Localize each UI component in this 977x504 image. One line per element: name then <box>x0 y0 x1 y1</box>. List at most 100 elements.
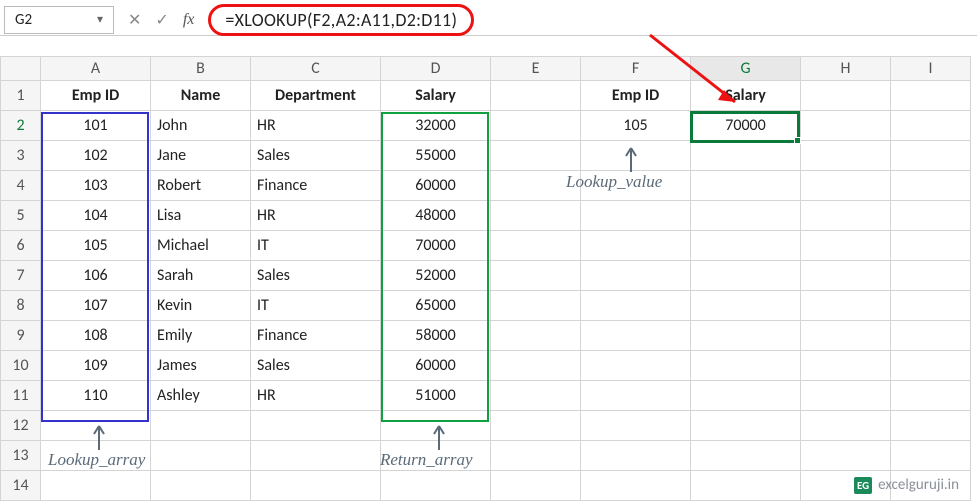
cell[interactable]: 70000 <box>381 231 491 261</box>
cell[interactable] <box>581 411 691 441</box>
cell[interactable] <box>891 411 971 441</box>
cell[interactable] <box>801 141 891 171</box>
cell[interactable] <box>41 411 151 441</box>
cell[interactable] <box>691 381 801 411</box>
cell[interactable] <box>381 411 491 441</box>
cell[interactable] <box>691 261 801 291</box>
cell[interactable]: Jane <box>151 141 251 171</box>
cell[interactable] <box>891 81 971 111</box>
cell[interactable]: 58000 <box>381 321 491 351</box>
cell[interactable]: 102 <box>41 141 151 171</box>
row-header[interactable]: 1 <box>1 81 41 111</box>
cell[interactable]: Sarah <box>151 261 251 291</box>
cell[interactable] <box>891 261 971 291</box>
cell[interactable] <box>581 351 691 381</box>
cell[interactable]: 101 <box>41 111 151 141</box>
cell[interactable] <box>891 171 971 201</box>
col-header[interactable]: B <box>151 57 251 81</box>
spreadsheet-grid[interactable]: A B C D E F G H I 1 Emp ID Name Departme… <box>0 56 977 501</box>
col-header[interactable]: C <box>251 57 381 81</box>
cell[interactable] <box>491 81 581 111</box>
cell[interactable] <box>691 441 801 471</box>
cell[interactable] <box>491 411 581 441</box>
cell[interactable] <box>801 81 891 111</box>
cell[interactable]: 108 <box>41 321 151 351</box>
row-header[interactable]: 4 <box>1 171 41 201</box>
cell[interactable] <box>801 441 891 471</box>
cell[interactable] <box>691 471 801 501</box>
cell[interactable]: 60000 <box>381 171 491 201</box>
cancel-icon[interactable]: ✕ <box>128 10 141 30</box>
cell[interactable]: Sales <box>251 351 381 381</box>
cell[interactable] <box>801 291 891 321</box>
cell[interactable] <box>691 321 801 351</box>
cell[interactable]: 103 <box>41 171 151 201</box>
cell[interactable]: 104 <box>41 201 151 231</box>
cell[interactable] <box>491 381 581 411</box>
cell[interactable]: John <box>151 111 251 141</box>
cell[interactable]: IT <box>251 231 381 261</box>
cell[interactable] <box>891 291 971 321</box>
cell[interactable]: 110 <box>41 381 151 411</box>
table-header[interactable]: Salary <box>691 81 801 111</box>
cell[interactable]: 32000 <box>381 111 491 141</box>
cell[interactable]: IT <box>251 291 381 321</box>
cell[interactable]: Sales <box>251 141 381 171</box>
cell[interactable]: Emily <box>151 321 251 351</box>
row-header[interactable]: 7 <box>1 261 41 291</box>
name-box[interactable]: G2 ▾ <box>4 6 114 34</box>
cell[interactable] <box>691 351 801 381</box>
cell[interactable] <box>891 231 971 261</box>
cell[interactable]: 52000 <box>381 261 491 291</box>
cell[interactable] <box>581 171 691 201</box>
cell[interactable] <box>151 471 251 501</box>
cell[interactable]: 107 <box>41 291 151 321</box>
table-header[interactable]: Emp ID <box>581 81 691 111</box>
cell[interactable] <box>251 471 381 501</box>
cell[interactable] <box>801 351 891 381</box>
cell[interactable]: Lisa <box>151 201 251 231</box>
row-header[interactable]: 5 <box>1 201 41 231</box>
cell[interactable]: 105 <box>41 231 151 261</box>
cell[interactable] <box>581 321 691 351</box>
cell[interactable] <box>691 411 801 441</box>
col-header[interactable]: A <box>41 57 151 81</box>
cell[interactable] <box>41 441 151 471</box>
cell[interactable] <box>581 261 691 291</box>
table-header[interactable]: Department <box>251 81 381 111</box>
cell-result[interactable]: 70000 <box>691 111 801 141</box>
row-header[interactable]: 11 <box>1 381 41 411</box>
cell[interactable] <box>801 381 891 411</box>
cell[interactable] <box>581 291 691 321</box>
formula-input[interactable]: =XLOOKUP(F2,A2:A11,D2:D11) <box>208 4 474 36</box>
cell[interactable] <box>801 321 891 351</box>
table-header[interactable]: Salary <box>381 81 491 111</box>
cell[interactable] <box>41 471 151 501</box>
cell[interactable] <box>491 291 581 321</box>
row-header[interactable]: 8 <box>1 291 41 321</box>
cell[interactable] <box>251 441 381 471</box>
cell[interactable] <box>151 441 251 471</box>
cell[interactable]: Finance <box>251 171 381 201</box>
cell[interactable]: 60000 <box>381 351 491 381</box>
col-header[interactable]: D <box>381 57 491 81</box>
cell[interactable] <box>581 441 691 471</box>
cell[interactable] <box>691 141 801 171</box>
cell[interactable] <box>381 471 491 501</box>
cell[interactable]: Ashley <box>151 381 251 411</box>
cell[interactable]: 65000 <box>381 291 491 321</box>
row-header[interactable]: 10 <box>1 351 41 381</box>
col-header[interactable]: H <box>801 57 891 81</box>
cell[interactable] <box>891 141 971 171</box>
cell[interactable] <box>801 261 891 291</box>
row-header[interactable]: 2 <box>1 111 41 141</box>
cell[interactable] <box>491 141 581 171</box>
cell[interactable] <box>691 171 801 201</box>
cell[interactable]: Finance <box>251 321 381 351</box>
cell-lookup-value[interactable]: 105 <box>581 111 691 141</box>
table-header[interactable]: Emp ID <box>41 81 151 111</box>
cell[interactable] <box>801 411 891 441</box>
cell[interactable]: HR <box>251 381 381 411</box>
cell[interactable]: 48000 <box>381 201 491 231</box>
cell[interactable] <box>581 201 691 231</box>
